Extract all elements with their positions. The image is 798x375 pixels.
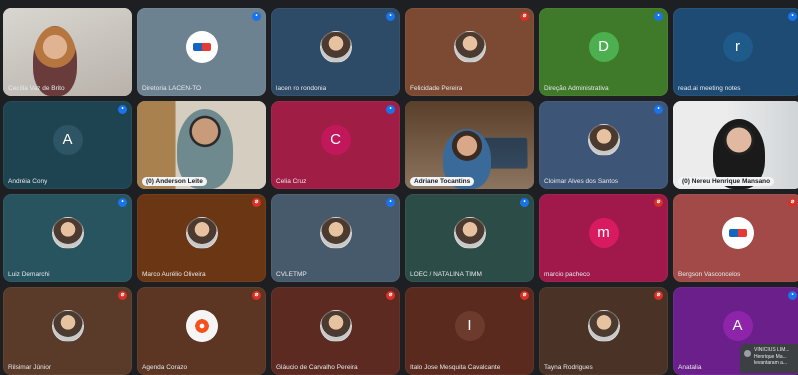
participant-tile[interactable]: • Cloimar Alves dos Santos — [539, 101, 668, 189]
mic-active-icon: • — [788, 12, 797, 21]
participant-name: Anatalia — [678, 364, 702, 371]
participant-tile[interactable]: ⌀ Gláucio de Carvalho Pereira — [271, 287, 400, 375]
participant-tile[interactable]: • lacen ro rondonia — [271, 8, 400, 96]
initial-avatar: D — [588, 31, 619, 62]
participant-name: LOEC / NATALINA TIMM — [410, 271, 482, 278]
profile-photo-avatar — [51, 216, 84, 249]
participant-name: Celia Cruz — [276, 178, 307, 185]
mic-active-icon: • — [118, 105, 127, 114]
participant-name: Italo Jose Mesquita Cavalcante — [410, 364, 501, 371]
participant-tile[interactable]: • Luiz Demarchi — [3, 194, 132, 282]
participant-tile[interactable]: (0) Nereu Henrique Mansano — [673, 101, 798, 189]
participant-name: Direção Administrativa — [544, 85, 609, 92]
profile-photo-avatar — [453, 30, 486, 63]
initial-avatar: A — [52, 124, 83, 155]
mic-muted-icon: ⌀ — [386, 291, 395, 300]
participant-tile[interactable]: • CVLETMP — [271, 194, 400, 282]
profile-photo-avatar — [319, 216, 352, 249]
hand-icon — [744, 350, 751, 357]
profile-photo-avatar — [587, 123, 620, 156]
mic-active-icon: • — [118, 198, 127, 207]
logo-avatar — [721, 216, 754, 249]
participant-tile[interactable]: (0) Anderson Leite — [137, 101, 266, 189]
initial-avatar: A — [722, 310, 753, 341]
mic-active-icon: • — [386, 198, 395, 207]
hand-raise-notification[interactable]: VINICIUS LIM... Henrique Ma... levantara… — [740, 344, 798, 373]
participant-name: Cloimar Alves dos Santos — [544, 178, 619, 185]
participant-name: Cecília Vaz de Brito — [8, 85, 65, 92]
participant-video — [3, 8, 132, 96]
mic-muted-icon: ⌀ — [252, 291, 261, 300]
mic-muted-icon: ⌀ — [788, 198, 797, 207]
participant-tile[interactable]: Cecília Vaz de Brito — [3, 8, 132, 96]
mic-active-icon: • — [252, 12, 261, 21]
mic-active-icon: • — [654, 12, 663, 21]
mic-active-icon: • — [520, 198, 529, 207]
participant-tile[interactable]: • LOEC / NATALINA TIMM — [405, 194, 534, 282]
participant-tile[interactable]: A • Andréia Cony — [3, 101, 132, 189]
participant-name: (0) Nereu Henrique Mansano — [678, 177, 775, 186]
participant-name: lacen ro rondonia — [276, 85, 327, 92]
participant-video — [405, 101, 534, 189]
participant-name: read.ai meeting notes — [678, 85, 741, 92]
profile-photo-avatar — [319, 30, 352, 63]
participant-video — [137, 101, 266, 189]
flower-avatar — [185, 309, 218, 342]
initial-avatar: r — [722, 31, 753, 62]
participant-video — [673, 101, 798, 189]
participant-name: Adriane Tocantins — [410, 177, 475, 186]
logo-avatar — [185, 30, 218, 63]
profile-photo-avatar — [453, 216, 486, 249]
participant-name: CVLETMP — [276, 271, 307, 278]
mic-muted-icon: ⌀ — [252, 198, 261, 207]
participant-name: Bergson Vasconcelos — [678, 271, 741, 278]
participant-tile[interactable]: C • Celia Cruz — [271, 101, 400, 189]
initial-avatar: m — [588, 217, 619, 248]
participant-name: Felicidade Pereira — [410, 85, 463, 92]
mic-muted-icon: ⌀ — [654, 291, 663, 300]
participant-name: marcio pacheco — [544, 271, 590, 278]
participant-tile[interactable]: • Diretoria LACEN-TO — [137, 8, 266, 96]
participant-tile[interactable]: ⌀ Marco Aurélio Oliveira — [137, 194, 266, 282]
participant-tile[interactable]: r • read.ai meeting notes — [673, 8, 798, 96]
participant-name: Agenda Corazo — [142, 364, 188, 371]
mic-muted-icon: ⌀ — [654, 198, 663, 207]
participant-name: Tayna Rodrigues — [544, 364, 593, 371]
notification-line-3: levantaram a... — [754, 360, 788, 366]
profile-photo-avatar — [587, 309, 620, 342]
participant-name: Luiz Demarchi — [8, 271, 50, 278]
participant-name: Rilsimar Júnior — [8, 364, 51, 371]
mic-active-icon: • — [386, 12, 395, 21]
mic-muted-icon: ⌀ — [118, 291, 127, 300]
participant-tile[interactable]: ⌀ Felicidade Pereira — [405, 8, 534, 96]
participant-grid: Cecília Vaz de Brito • Diretoria LACEN-TO •… — [3, 8, 798, 375]
participant-tile[interactable]: ⌀ Bergson Vasconcelos — [673, 194, 798, 282]
profile-photo-avatar — [51, 309, 84, 342]
participant-name: Diretoria LACEN-TO — [142, 85, 202, 92]
participant-tile[interactable]: I ⌀ Italo Jose Mesquita Cavalcante — [405, 287, 534, 375]
profile-photo-avatar — [319, 309, 352, 342]
mic-muted-icon: ⌀ — [520, 12, 529, 21]
participant-name: Andréia Cony — [8, 178, 48, 185]
initial-avatar: I — [454, 310, 485, 341]
participant-tile[interactable]: ⌀ Rilsimar Júnior — [3, 287, 132, 375]
participant-name: Marco Aurélio Oliveira — [142, 271, 206, 278]
profile-photo-avatar — [185, 216, 218, 249]
mic-active-icon: • — [654, 105, 663, 114]
mic-active-icon: • — [788, 291, 797, 300]
participant-tile[interactable]: ⌀ Tayna Rodrigues — [539, 287, 668, 375]
mic-muted-icon: ⌀ — [520, 291, 529, 300]
participant-name: Gláucio de Carvalho Pereira — [276, 364, 358, 371]
mic-active-icon: • — [386, 105, 395, 114]
participant-tile[interactable]: m ⌀ marcio pacheco — [539, 194, 668, 282]
participant-tile[interactable]: ⌀ Agenda Corazo — [137, 287, 266, 375]
participant-tile[interactable]: D • Direção Administrativa — [539, 8, 668, 96]
participant-name: (0) Anderson Leite — [142, 177, 207, 186]
participant-tile[interactable]: Adriane Tocantins — [405, 101, 534, 189]
initial-avatar: C — [320, 124, 351, 155]
